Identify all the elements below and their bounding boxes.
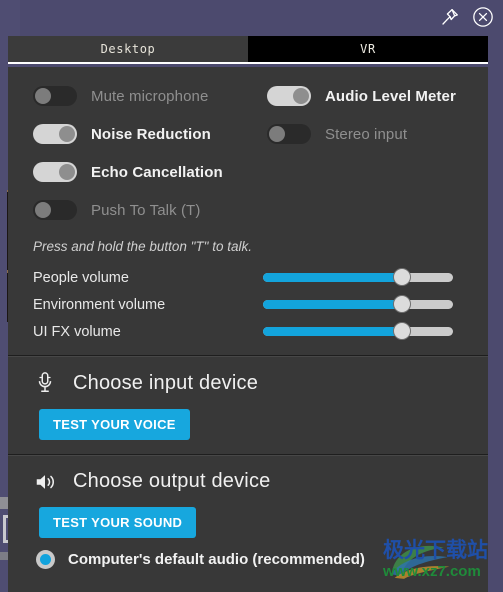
test-your-voice-button[interactable]: TEST YOUR VOICE <box>39 409 190 440</box>
slider-people-volume[interactable] <box>263 268 453 286</box>
slider-environment-volume[interactable] <box>263 295 453 313</box>
setting-push-to-talk[interactable]: Push To Talk (T) <box>8 191 488 229</box>
slider-row-ui-fx-volume: UI FX volume <box>8 318 488 345</box>
toggle-grid: Mute microphone Noise Reduction Echo Can… <box>8 67 488 235</box>
input-device-title: Choose input device <box>73 371 259 394</box>
toggle-mute-microphone[interactable] <box>33 86 77 106</box>
output-device-header: Choose output device <box>8 470 488 493</box>
close-button[interactable] <box>471 5 495 29</box>
tab-vr[interactable]: VR <box>248 36 488 64</box>
toggle-knob <box>35 202 51 218</box>
label-mute-microphone: Mute microphone <box>91 87 209 105</box>
slider-ui-fx-volume[interactable] <box>263 322 453 340</box>
label-noise-reduction: Noise Reduction <box>91 125 211 143</box>
output-device-title: Choose output device <box>73 470 271 492</box>
label-audio-level-meter: Audio Level Meter <box>325 87 456 105</box>
output-device-section: Choose output device TEST YOUR SOUND Com… <box>8 456 488 583</box>
settings-panel: Mute microphone Noise Reduction Echo Can… <box>8 67 488 592</box>
toggle-push-to-talk[interactable] <box>33 200 77 220</box>
vr-audio-settings-window: Desktop VR Mute microphone Noise Reducti… <box>0 0 503 592</box>
tab-vr-label: VR <box>360 42 376 56</box>
audio-settings-section: Mute microphone Noise Reduction Echo Can… <box>8 67 488 355</box>
toggle-echo-cancellation[interactable] <box>33 162 77 182</box>
input-device-section: Choose input device TEST YOUR VOICE <box>8 357 488 454</box>
pin-icon <box>442 9 458 25</box>
slider-row-environment-volume: Environment volume <box>8 291 488 318</box>
tab-bar: Desktop VR <box>8 36 488 64</box>
label-environment-volume: Environment volume <box>33 296 166 313</box>
setting-stereo-input[interactable]: Stereo input <box>267 115 488 153</box>
label-people-volume: People volume <box>33 269 129 286</box>
slider-row-people-volume: People volume <box>8 264 488 291</box>
toggle-knob <box>293 88 309 104</box>
tab-desktop-label: Desktop <box>100 42 156 56</box>
slider-thumb[interactable] <box>392 268 411 286</box>
radio-dot <box>40 554 51 565</box>
slider-thumb[interactable] <box>392 295 411 313</box>
window-controls <box>438 5 495 29</box>
toggle-knob <box>269 126 285 142</box>
label-push-to-talk: Push To Talk (T) <box>91 201 201 219</box>
setting-echo-cancellation[interactable]: Echo Cancellation <box>8 153 488 191</box>
pin-button[interactable] <box>438 5 462 29</box>
slider-fill <box>263 300 402 309</box>
toggle-knob <box>35 88 51 104</box>
output-option-label: Computer's default audio (recommended) <box>68 551 365 568</box>
slider-thumb[interactable] <box>392 322 411 340</box>
toggle-audio-level-meter[interactable] <box>267 86 311 106</box>
label-stereo-input: Stereo input <box>325 125 408 143</box>
titlebar <box>0 0 503 34</box>
close-icon <box>473 7 493 27</box>
test-your-sound-button[interactable]: TEST YOUR SOUND <box>39 507 197 538</box>
slider-fill <box>263 327 402 336</box>
slider-fill <box>263 273 402 282</box>
output-option-default-audio[interactable]: Computer's default audio (recommended) <box>8 538 488 569</box>
speaker-icon <box>32 471 58 493</box>
input-device-header: Choose input device <box>8 371 488 395</box>
toggle-knob <box>59 164 75 180</box>
toggle-noise-reduction[interactable] <box>33 124 77 144</box>
tab-desktop[interactable]: Desktop <box>8 36 248 64</box>
microphone-icon <box>32 371 58 395</box>
label-ui-fx-volume: UI FX volume <box>33 323 121 340</box>
toggle-stereo-input[interactable] <box>267 124 311 144</box>
radio-button[interactable] <box>36 550 55 569</box>
toggle-knob <box>59 126 75 142</box>
setting-audio-level-meter[interactable]: Audio Level Meter <box>267 77 488 115</box>
push-to-talk-hint: Press and hold the button "T" to talk. <box>33 239 252 254</box>
label-echo-cancellation: Echo Cancellation <box>91 163 223 181</box>
